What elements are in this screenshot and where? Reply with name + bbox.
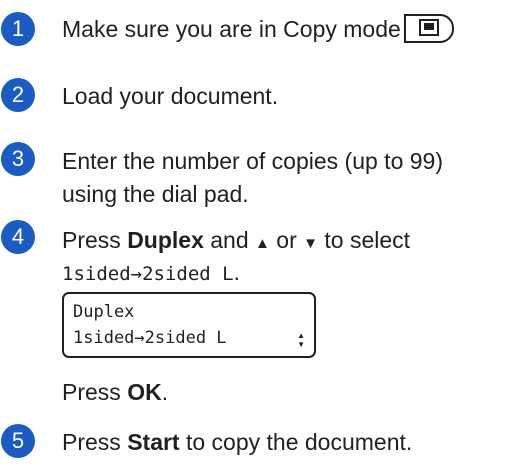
step-2-text: Load your document. [62, 83, 279, 109]
step-number-3: 3 [1, 142, 35, 176]
step-number-1: 1 [1, 12, 35, 46]
duplex-key-label: Duplex [127, 227, 204, 253]
step-3-line-1: Enter the number of copies (up to 99) [62, 148, 443, 174]
step-number-4: 4 [1, 220, 35, 254]
ok-key-label: OK [127, 379, 162, 405]
step-1-label: Make sure you are in Copy mode [62, 16, 401, 42]
lcd-down-arrow-icon: ▼ [297, 340, 305, 349]
lcd-up-arrow-icon: ▲ [297, 331, 305, 340]
duplex-option: 1sided→2sided L [62, 263, 234, 285]
press-ok-text: Press OK. [62, 379, 169, 405]
lcd-line-2: 1sided→2sided L [73, 328, 227, 348]
step-number-2: 2 [1, 78, 35, 112]
step-5-text: Press Start to copy the document. [62, 429, 413, 455]
step-4-line-2: 1sided→2sided L. [62, 259, 240, 285]
lcd-line-1: Duplex [73, 302, 135, 322]
step-1-text: Make sure you are in Copy mode [62, 13, 454, 46]
up-arrow-icon: ▲ [255, 235, 270, 252]
step-number-5: 5 [1, 424, 35, 458]
lcd-scroll-arrows-icon: ▲ ▼ [297, 331, 305, 349]
copy-mode-key-icon [403, 14, 454, 44]
lcd-display: Duplex 1sided→2sided L ▲ ▼ [62, 292, 316, 358]
step-3-line-2: using the dial pad. [62, 181, 249, 207]
step-4-line-1: Press Duplex and ▲ or ▼ to select [62, 227, 411, 253]
start-key-label: Start [127, 429, 180, 455]
down-arrow-icon: ▼ [303, 235, 318, 252]
